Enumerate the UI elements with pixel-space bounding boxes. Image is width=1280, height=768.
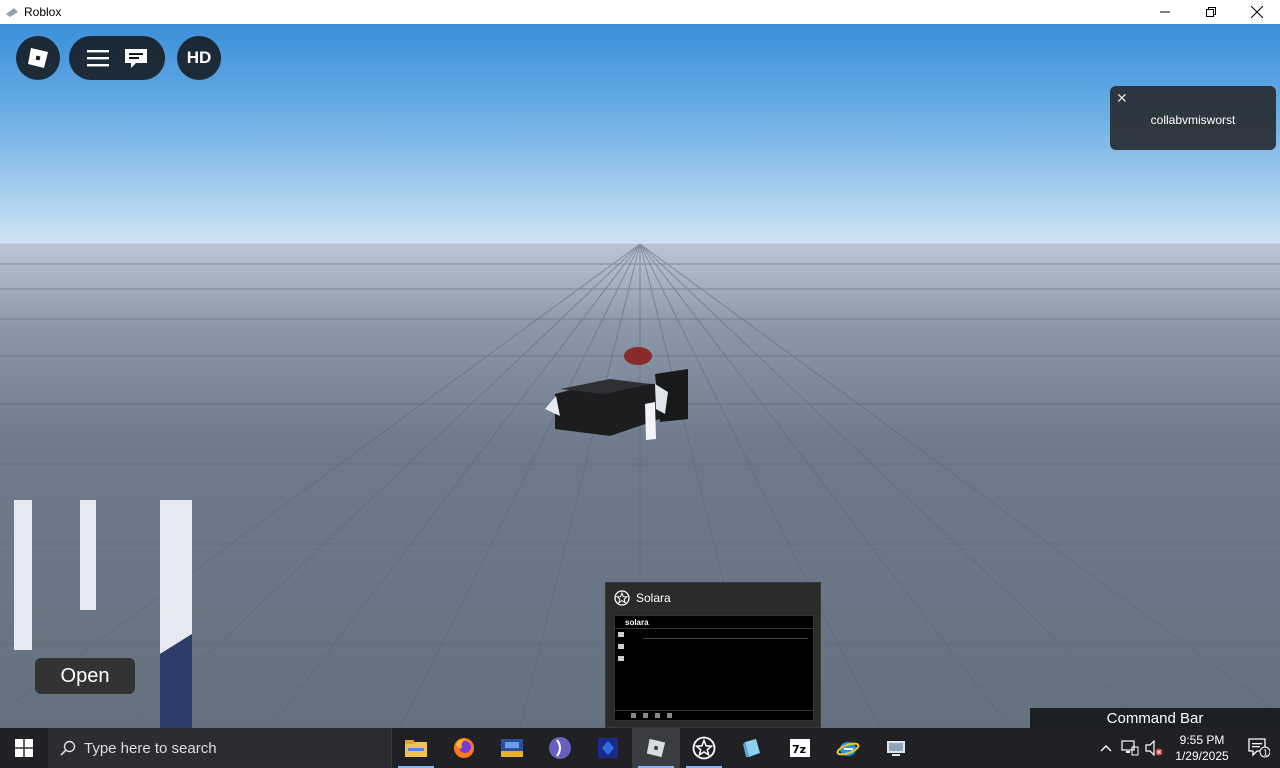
taskbar-app-roblox[interactable]: [632, 728, 680, 768]
notification-toast: ✕ collabvmisworst: [1110, 86, 1276, 150]
clock-date: 1/29/2025: [1175, 749, 1229, 763]
close-icon[interactable]: ✕: [1116, 90, 1128, 107]
window-title: Roblox: [24, 5, 62, 19]
taskbar-app-7zip[interactable]: 7z: [776, 728, 824, 768]
chevron-up-icon: [1100, 745, 1112, 752]
restore-icon: [1206, 7, 1216, 17]
network-icon: [1121, 740, 1139, 756]
open-button[interactable]: Open: [35, 658, 135, 694]
firefox-icon: [454, 738, 474, 758]
thumbnail-preview: solara: [614, 615, 815, 721]
volume-muted-icon: [1145, 740, 1163, 756]
close-button[interactable]: [1234, 0, 1280, 24]
show-hidden-icons-button[interactable]: [1094, 728, 1118, 768]
network-app-icon: [887, 741, 905, 756]
roblox-logo-icon: [28, 48, 48, 68]
hamburger-icon[interactable]: [86, 49, 109, 67]
taskbar-app-2025[interactable]: [488, 728, 536, 768]
blue-app-icon: [598, 738, 618, 758]
7zip-icon: 7z: [790, 739, 810, 757]
taskbar-app-firefox[interactable]: [440, 728, 488, 768]
minimize-icon: [1160, 11, 1170, 13]
solara-icon: [692, 736, 716, 760]
volume-tray-button[interactable]: [1142, 728, 1166, 768]
taskbar-thumbnail-solara[interactable]: Solara solara: [605, 582, 821, 728]
internet-explorer-icon: [836, 742, 860, 756]
hd-button[interactable]: HD: [177, 36, 221, 80]
restore-button[interactable]: [1188, 0, 1234, 24]
file-explorer-icon: [405, 740, 427, 757]
network-tray-button[interactable]: [1118, 728, 1142, 768]
pinned-apps: 7z: [392, 728, 920, 768]
window-titlebar: Roblox: [0, 0, 1280, 24]
notification-count: 1: [1263, 749, 1268, 758]
menu-chat-group: [69, 36, 165, 80]
system-tray: 9:55 PM 1/29/2025 1: [1094, 728, 1280, 768]
roblox-menu-button[interactable]: [16, 36, 60, 80]
thumbnail-title: Solara: [636, 591, 671, 605]
taskbar-app-file-explorer[interactable]: [392, 728, 440, 768]
taskbar-search-box[interactable]: Type here to search: [48, 728, 392, 768]
preview-editor: [615, 628, 815, 718]
windows-logo-icon: [15, 739, 33, 757]
windows-taskbar: Type here to search 7z 9:55 PM 1/29/2025…: [0, 728, 1280, 768]
taskbar-app-cube[interactable]: [728, 728, 776, 768]
clock-time: 9:55 PM: [1179, 733, 1225, 747]
app-2025-icon: [501, 739, 523, 757]
solara-icon: [614, 590, 630, 606]
cube-app-icon: [743, 739, 760, 757]
start-button[interactable]: [0, 728, 48, 768]
command-bar[interactable]: Command Bar: [1030, 708, 1280, 728]
player-character: [545, 347, 688, 440]
action-center-button[interactable]: 1: [1238, 728, 1280, 768]
notification-icon: 1: [1248, 738, 1270, 758]
search-icon: [60, 740, 76, 756]
taskbar-app-purple[interactable]: [536, 728, 584, 768]
roblox-icon: [646, 738, 666, 758]
chat-icon[interactable]: [124, 47, 148, 69]
purple-app-icon: [549, 737, 571, 759]
taskbar-clock[interactable]: 9:55 PM 1/29/2025: [1166, 732, 1238, 764]
minimize-button[interactable]: [1142, 0, 1188, 24]
close-icon: [1251, 6, 1263, 18]
roblox-window-icon: [6, 8, 18, 17]
taskbar-app-solara[interactable]: [680, 728, 728, 768]
notification-text: collabvmisworst: [1150, 113, 1236, 127]
taskbar-app-blue[interactable]: [584, 728, 632, 768]
taskbar-app-internet-explorer[interactable]: [824, 728, 872, 768]
taskbar-app-network[interactable]: [872, 728, 920, 768]
svg-text:7z: 7z: [792, 743, 806, 756]
search-placeholder: Type here to search: [84, 739, 217, 757]
